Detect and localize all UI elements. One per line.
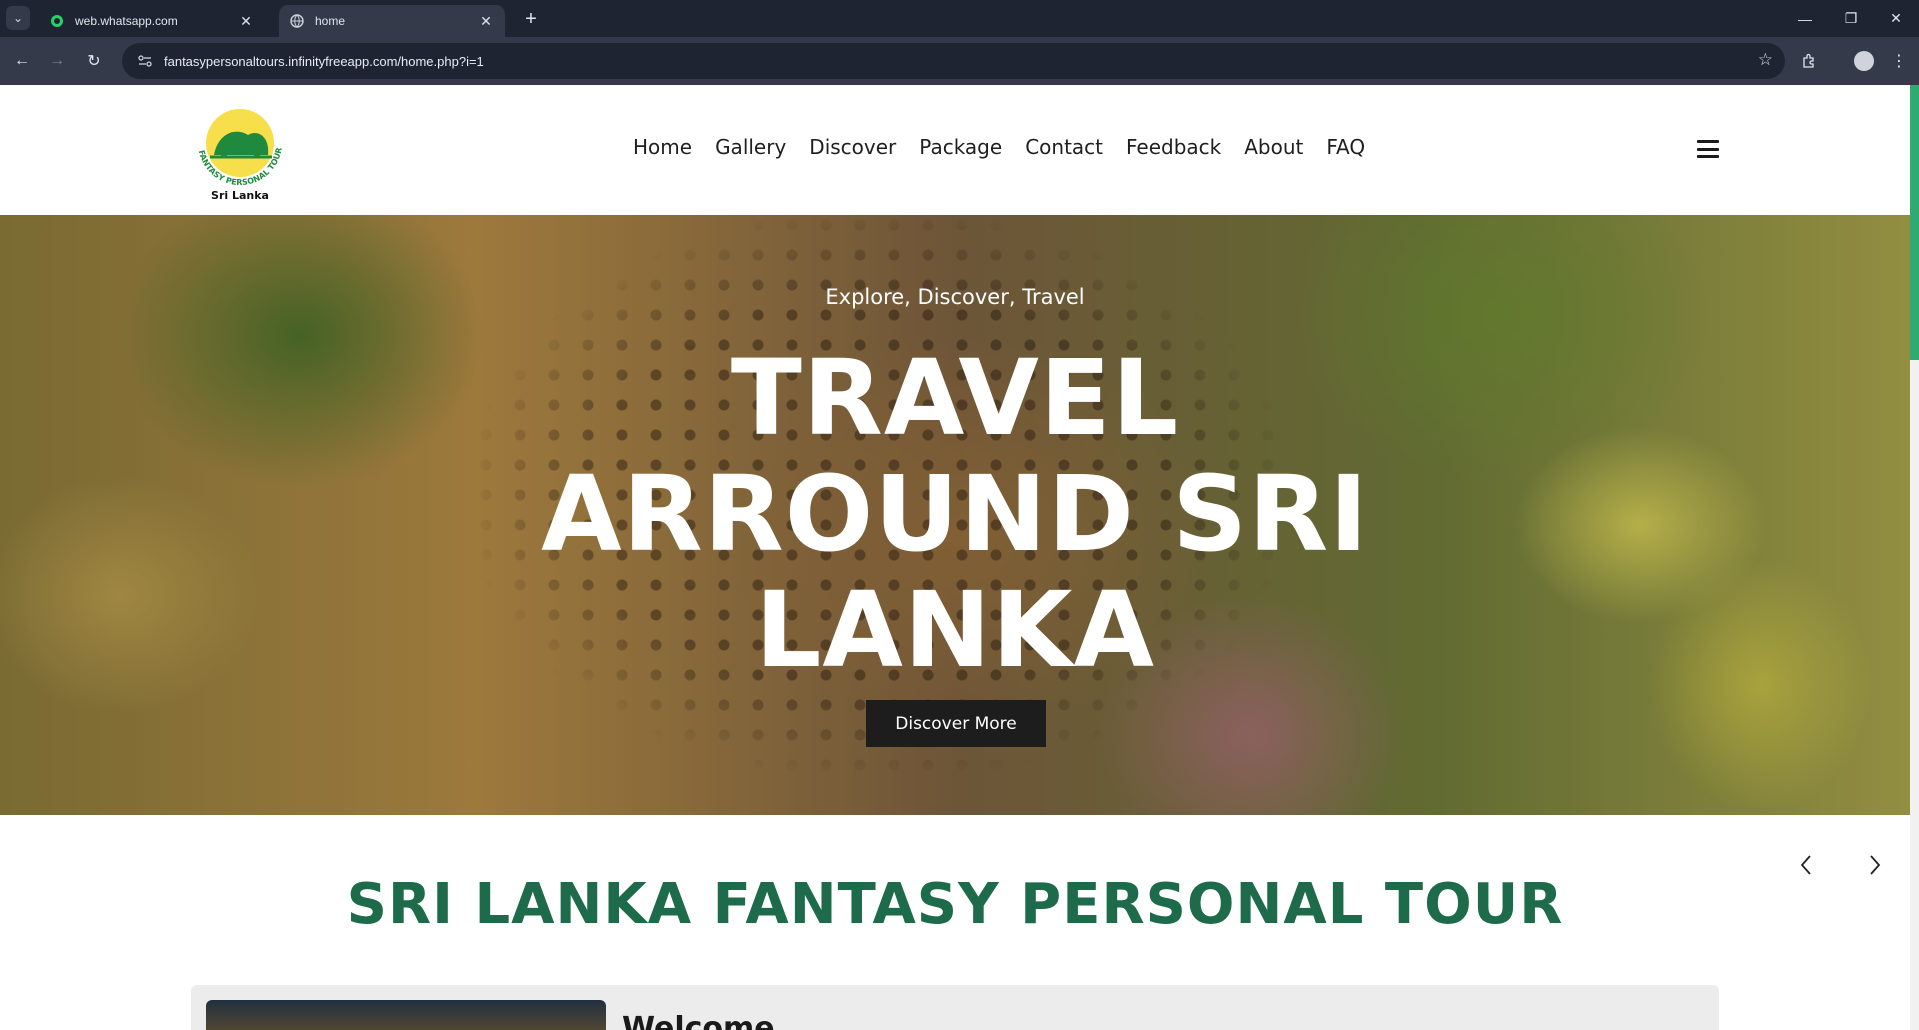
site-logo[interactable]: FANTASY PERSONAL TOUR Sri Lanka bbox=[188, 103, 292, 203]
tab-title: web.whatsapp.com bbox=[75, 14, 178, 28]
welcome-title: Welcome bbox=[622, 1011, 775, 1030]
hamburger-menu-icon[interactable] bbox=[1697, 140, 1719, 158]
main-navigation: Home Gallery Discover Package Contact Fe… bbox=[633, 135, 1388, 159]
hero-title-line: LANKA bbox=[755, 569, 1155, 691]
nav-gallery[interactable]: Gallery bbox=[715, 135, 786, 159]
close-tab-icon[interactable]: ✕ bbox=[237, 12, 255, 30]
logo-subtitle: Sri Lanka bbox=[211, 189, 269, 202]
reload-icon[interactable]: ↻ bbox=[82, 49, 106, 73]
address-bar[interactable]: fantasypersonaltours.infinityfreeapp.com… bbox=[122, 43, 1785, 79]
hero-title-line: ARROUND SRI bbox=[541, 453, 1369, 575]
tab-title: home bbox=[315, 14, 346, 28]
nav-about[interactable]: About bbox=[1244, 135, 1303, 159]
welcome-card: Welcome bbox=[191, 985, 1719, 1030]
profile-avatar[interactable] bbox=[1852, 49, 1876, 73]
hero-subtitle: Explore, Discover, Travel bbox=[825, 285, 1085, 309]
browser-menu-icon[interactable]: ⋮ bbox=[1887, 49, 1911, 73]
nav-feedback[interactable]: Feedback bbox=[1126, 135, 1221, 159]
tab-whatsapp[interactable]: web.whatsapp.com ✕ bbox=[39, 5, 265, 37]
discover-more-button[interactable]: Discover More bbox=[866, 700, 1046, 747]
site-info-icon[interactable] bbox=[134, 50, 156, 72]
page-scrollbar[interactable] bbox=[1910, 85, 1919, 1030]
tab-home[interactable]: home ✕ bbox=[279, 5, 505, 37]
scrollbar-thumb[interactable] bbox=[1910, 85, 1919, 360]
minimize-icon[interactable]: — bbox=[1782, 0, 1828, 37]
nav-contact[interactable]: Contact bbox=[1025, 135, 1103, 159]
hero-slider: Explore, Discover, Travel TRAVEL ARROUND… bbox=[0, 215, 1910, 815]
web-page: FANTASY PERSONAL TOUR Sri Lanka Home Gal… bbox=[0, 85, 1919, 1030]
nav-discover[interactable]: Discover bbox=[809, 135, 896, 159]
welcome-image bbox=[206, 1000, 606, 1030]
forward-icon[interactable]: → bbox=[45, 49, 69, 73]
nav-home[interactable]: Home bbox=[633, 135, 692, 159]
back-icon[interactable]: ← bbox=[10, 49, 34, 73]
bookmark-star-icon[interactable]: ☆ bbox=[1758, 50, 1773, 70]
hero-title-line: TRAVEL bbox=[730, 337, 1180, 459]
close-tab-icon[interactable]: ✕ bbox=[477, 12, 495, 30]
url-text: fantasypersonaltours.infinityfreeapp.com… bbox=[164, 53, 484, 69]
window-close-icon[interactable]: ✕ bbox=[1873, 0, 1919, 37]
restore-icon[interactable]: ❐ bbox=[1828, 0, 1874, 37]
site-header: FANTASY PERSONAL TOUR Sri Lanka Home Gal… bbox=[0, 85, 1910, 215]
section-title: SRI LANKA FANTASY PERSONAL TOUR bbox=[346, 872, 1564, 937]
hero-title: TRAVEL ARROUND SRI LANKA bbox=[455, 340, 1455, 688]
browser-toolbar: ← → ↻ fantasypersonaltours.infinityfreea… bbox=[0, 37, 1919, 85]
nav-faq[interactable]: FAQ bbox=[1326, 135, 1365, 159]
whatsapp-icon bbox=[49, 13, 65, 29]
extensions-icon[interactable] bbox=[1797, 49, 1821, 73]
new-tab-icon[interactable]: + bbox=[519, 7, 543, 31]
nav-package[interactable]: Package bbox=[919, 135, 1002, 159]
browser-tab-strip: ⌄ web.whatsapp.com ✕ home ✕ + — ❐ ✕ bbox=[0, 0, 1919, 37]
tab-search-button[interactable]: ⌄ bbox=[6, 6, 30, 30]
globe-icon bbox=[289, 13, 305, 29]
